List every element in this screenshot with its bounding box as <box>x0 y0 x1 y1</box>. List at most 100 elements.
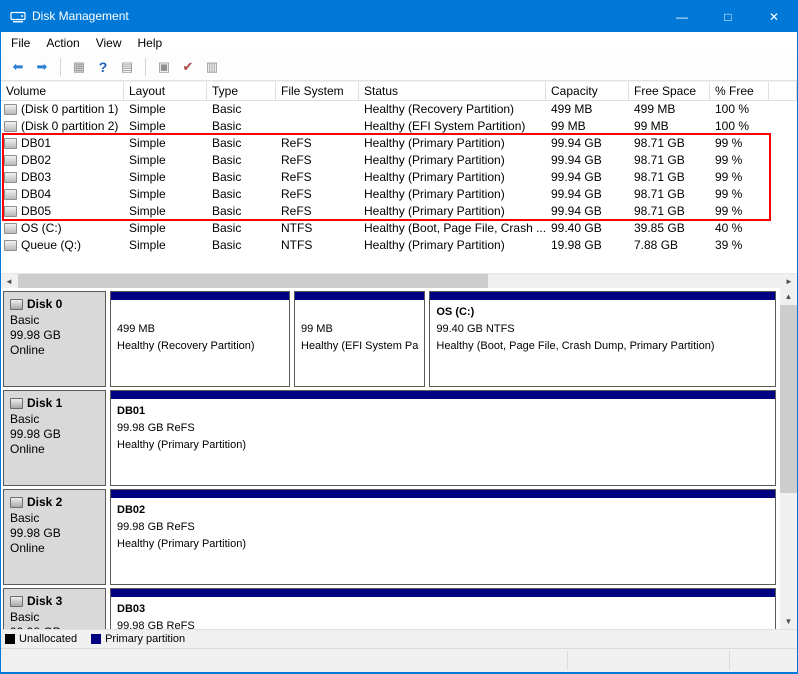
partition-status: Healthy (Primary Partition) <box>117 437 769 454</box>
cell-status: Healthy (Primary Partition) <box>359 152 546 169</box>
partition-label <box>117 304 283 321</box>
table-row-disk0-part1[interactable]: (Disk 0 partition 1) Simple Basic Health… <box>1 101 797 118</box>
disk-status: Online <box>10 442 99 457</box>
cell-freespace: 499 MB <box>629 101 710 118</box>
primary-partition-color-bar <box>111 292 289 300</box>
column-header-layout[interactable]: Layout <box>124 82 207 100</box>
volume-icon <box>4 121 17 132</box>
partition-size: 99.98 GB ReFS <box>117 519 769 536</box>
cell-pctfree: 99 % <box>710 186 769 203</box>
disk0-partition-recovery[interactable]: 499 MB Healthy (Recovery Partition) <box>110 291 290 387</box>
column-header-pctfree[interactable]: % Free <box>710 82 769 100</box>
menu-file[interactable]: File <box>3 33 38 54</box>
show-hide-tree-icon[interactable]: ▦ <box>67 56 91 78</box>
table-row-db04[interactable]: DB04 Simple Basic ReFS Healthy (Primary … <box>1 186 797 203</box>
column-header-filesystem[interactable]: File System <box>276 82 359 100</box>
vertical-scrollbar[interactable]: ▲ ▼ <box>780 288 797 629</box>
menu-action[interactable]: Action <box>38 33 87 54</box>
cell-pctfree: 100 % <box>710 118 769 135</box>
disk1-partition-db01[interactable]: DB01 99.98 GB ReFS Healthy (Primary Part… <box>110 390 776 486</box>
cell-type: Basic <box>207 169 276 186</box>
cell-capacity: 99.94 GB <box>546 203 629 220</box>
disk-status: Online <box>10 541 99 556</box>
maximize-button[interactable]: □ <box>705 1 751 32</box>
volume-icon <box>4 104 17 115</box>
menu-help[interactable]: Help <box>130 33 171 54</box>
check-icon[interactable]: ✔ <box>176 56 200 78</box>
partition-size: 99.98 GB ReFS <box>117 420 769 437</box>
primary-partition-color-bar <box>111 391 775 399</box>
column-header-filler <box>769 82 797 100</box>
cell-pctfree: 99 % <box>710 152 769 169</box>
scroll-down-icon[interactable]: ▼ <box>780 613 797 629</box>
disk0-partition-efi[interactable]: 99 MB Healthy (EFI System Pa <box>294 291 425 387</box>
menu-view[interactable]: View <box>88 33 130 54</box>
table-row-db02[interactable]: DB02 Simple Basic ReFS Healthy (Primary … <box>1 152 797 169</box>
cell-type: Basic <box>207 237 276 254</box>
cell-freespace: 39.85 GB <box>629 220 710 237</box>
table-row-queue-q[interactable]: Queue (Q:) Simple Basic NTFS Healthy (Pr… <box>1 237 797 254</box>
minimize-button[interactable]: — <box>659 1 705 32</box>
title-bar[interactable]: Disk Management — □ ✕ <box>1 1 797 32</box>
volume-name: DB03 <box>21 169 51 186</box>
scroll-right-icon[interactable]: ► <box>781 274 797 289</box>
horizontal-scroll-thumb[interactable] <box>18 274 488 289</box>
partition-size: 99 MB <box>301 321 418 338</box>
partition-status: Healthy (EFI System Pa <box>301 338 418 355</box>
cell-filesystem: ReFS <box>276 152 359 169</box>
disk0-partitions: 499 MB Healthy (Recovery Partition) 99 M… <box>110 291 776 387</box>
column-header-capacity[interactable]: Capacity <box>546 82 629 100</box>
volume-name: DB05 <box>21 203 51 220</box>
close-button[interactable]: ✕ <box>751 1 797 32</box>
volume-name: (Disk 0 partition 1) <box>21 101 118 118</box>
column-header-volume[interactable]: Volume <box>1 82 124 100</box>
primary-partition-color-bar <box>430 292 775 300</box>
legend-primary-partition: Primary partition <box>91 633 185 645</box>
disk-size: 99.98 GB <box>10 526 99 541</box>
details-view-icon[interactable]: ▤ <box>115 56 139 78</box>
disk-status: Online <box>10 343 99 358</box>
forward-icon[interactable]: ➡ <box>30 56 54 78</box>
primary-partition-color-bar <box>111 490 775 498</box>
column-header-type[interactable]: Type <box>207 82 276 100</box>
cell-filesystem <box>276 101 359 118</box>
horizontal-scrollbar[interactable]: ◄ ► <box>1 273 797 288</box>
disk-icon <box>10 596 23 607</box>
table-row-db03[interactable]: DB03 Simple Basic ReFS Healthy (Primary … <box>1 169 797 186</box>
partition-label: DB01 <box>117 403 769 420</box>
help-icon[interactable]: ? <box>91 56 115 78</box>
disk3-info[interactable]: Disk 3 Basic 99.98 GB Online <box>3 588 106 629</box>
partition-label: DB03 <box>117 601 769 618</box>
cell-status: Healthy (Primary Partition) <box>359 186 546 203</box>
cell-layout: Simple <box>124 118 207 135</box>
legend-label: Unallocated <box>19 633 77 645</box>
table-row-os-c[interactable]: OS (C:) Simple Basic NTFS Healthy (Boot,… <box>1 220 797 237</box>
table-row-db05[interactable]: DB05 Simple Basic ReFS Healthy (Primary … <box>1 203 797 220</box>
disk1-info[interactable]: Disk 1 Basic 99.98 GB Online <box>3 390 106 486</box>
disk2-info[interactable]: Disk 2 Basic 99.98 GB Online <box>3 489 106 585</box>
disk3-partition-db03[interactable]: DB03 99.98 GB ReFS Healthy (Primary Part… <box>110 588 776 629</box>
partition-size: 99.98 GB ReFS <box>117 618 769 629</box>
scroll-left-icon[interactable]: ◄ <box>1 274 17 289</box>
disk0-info[interactable]: Disk 0 Basic 99.98 GB Online <box>3 291 106 387</box>
table-row-disk0-part2[interactable]: (Disk 0 partition 2) Simple Basic Health… <box>1 118 797 135</box>
cell-status: Healthy (Boot, Page File, Crash ... <box>359 220 546 237</box>
column-header-freespace[interactable]: Free Space <box>629 82 710 100</box>
disk0-partition-os-c[interactable]: OS (C:) 99.40 GB NTFS Healthy (Boot, Pag… <box>429 291 776 387</box>
disk2-partitions: DB02 99.98 GB ReFS Healthy (Primary Part… <box>110 489 776 585</box>
volume-name: DB02 <box>21 152 51 169</box>
columns-view-icon[interactable]: ▥ <box>200 56 224 78</box>
scroll-up-icon[interactable]: ▲ <box>780 288 797 304</box>
cell-pctfree: 100 % <box>710 101 769 118</box>
legend-unallocated: Unallocated <box>5 633 77 645</box>
toolbar-separator <box>60 58 61 76</box>
cell-freespace: 98.71 GB <box>629 135 710 152</box>
table-row-db01[interactable]: DB01 Simple Basic ReFS Healthy (Primary … <box>1 135 797 152</box>
volume-icon <box>4 206 17 217</box>
column-header-status[interactable]: Status <box>359 82 546 100</box>
titlebar-drag-area[interactable] <box>129 1 659 32</box>
disk2-partition-db02[interactable]: DB02 99.98 GB ReFS Healthy (Primary Part… <box>110 489 776 585</box>
vertical-scroll-thumb[interactable] <box>780 305 797 493</box>
back-icon[interactable]: ⬅ <box>6 56 30 78</box>
popup-window-icon[interactable]: ▣ <box>152 56 176 78</box>
